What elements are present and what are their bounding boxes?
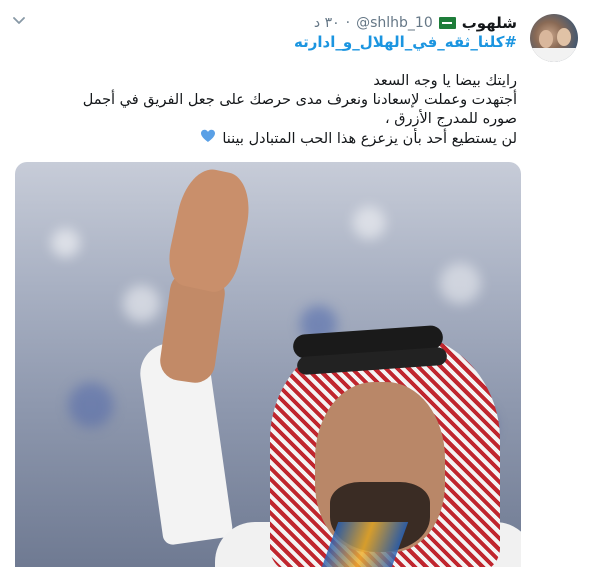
hashtag-link[interactable]: #كلنا_ثقه_في_الهلال_و_ادارته [294,33,517,51]
saudi-flag-icon [438,17,456,29]
author-name[interactable]: شلهوب [462,14,517,32]
tweet-line-2: أجتهدت وعملت لإسعادنا ونعرف مدى حرصك على… [82,92,517,127]
tweet: شلهوب @shlhb_10 · ٣٠ د #كلنا_ثقه_في_الهل… [0,0,597,567]
tweet-line-3-text: لن يستطيع أحد بأن يزعزع هذا الحب المتباد… [222,131,517,147]
author-handle[interactable]: @shlhb_10 [356,15,433,31]
tweet-header: شلهوب @shlhb_10 · ٣٠ د [314,12,517,34]
blue-heart-icon [200,129,216,149]
avatar[interactable] [530,14,578,62]
chevron-down-icon[interactable] [10,14,28,28]
tweet-line-3: لن يستطيع أحد بأن يزعزع هذا الحب المتباد… [77,129,517,149]
separator-dot: · [345,15,351,31]
tweet-line-1: رايتك بيضا يا وجه السعد [373,73,517,89]
tweet-timestamp[interactable]: ٣٠ د [314,15,340,31]
tweet-text: رايتك بيضا يا وجه السعد أجتهدت وعملت لإس… [77,72,517,149]
tweet-photo[interactable] [15,162,521,567]
